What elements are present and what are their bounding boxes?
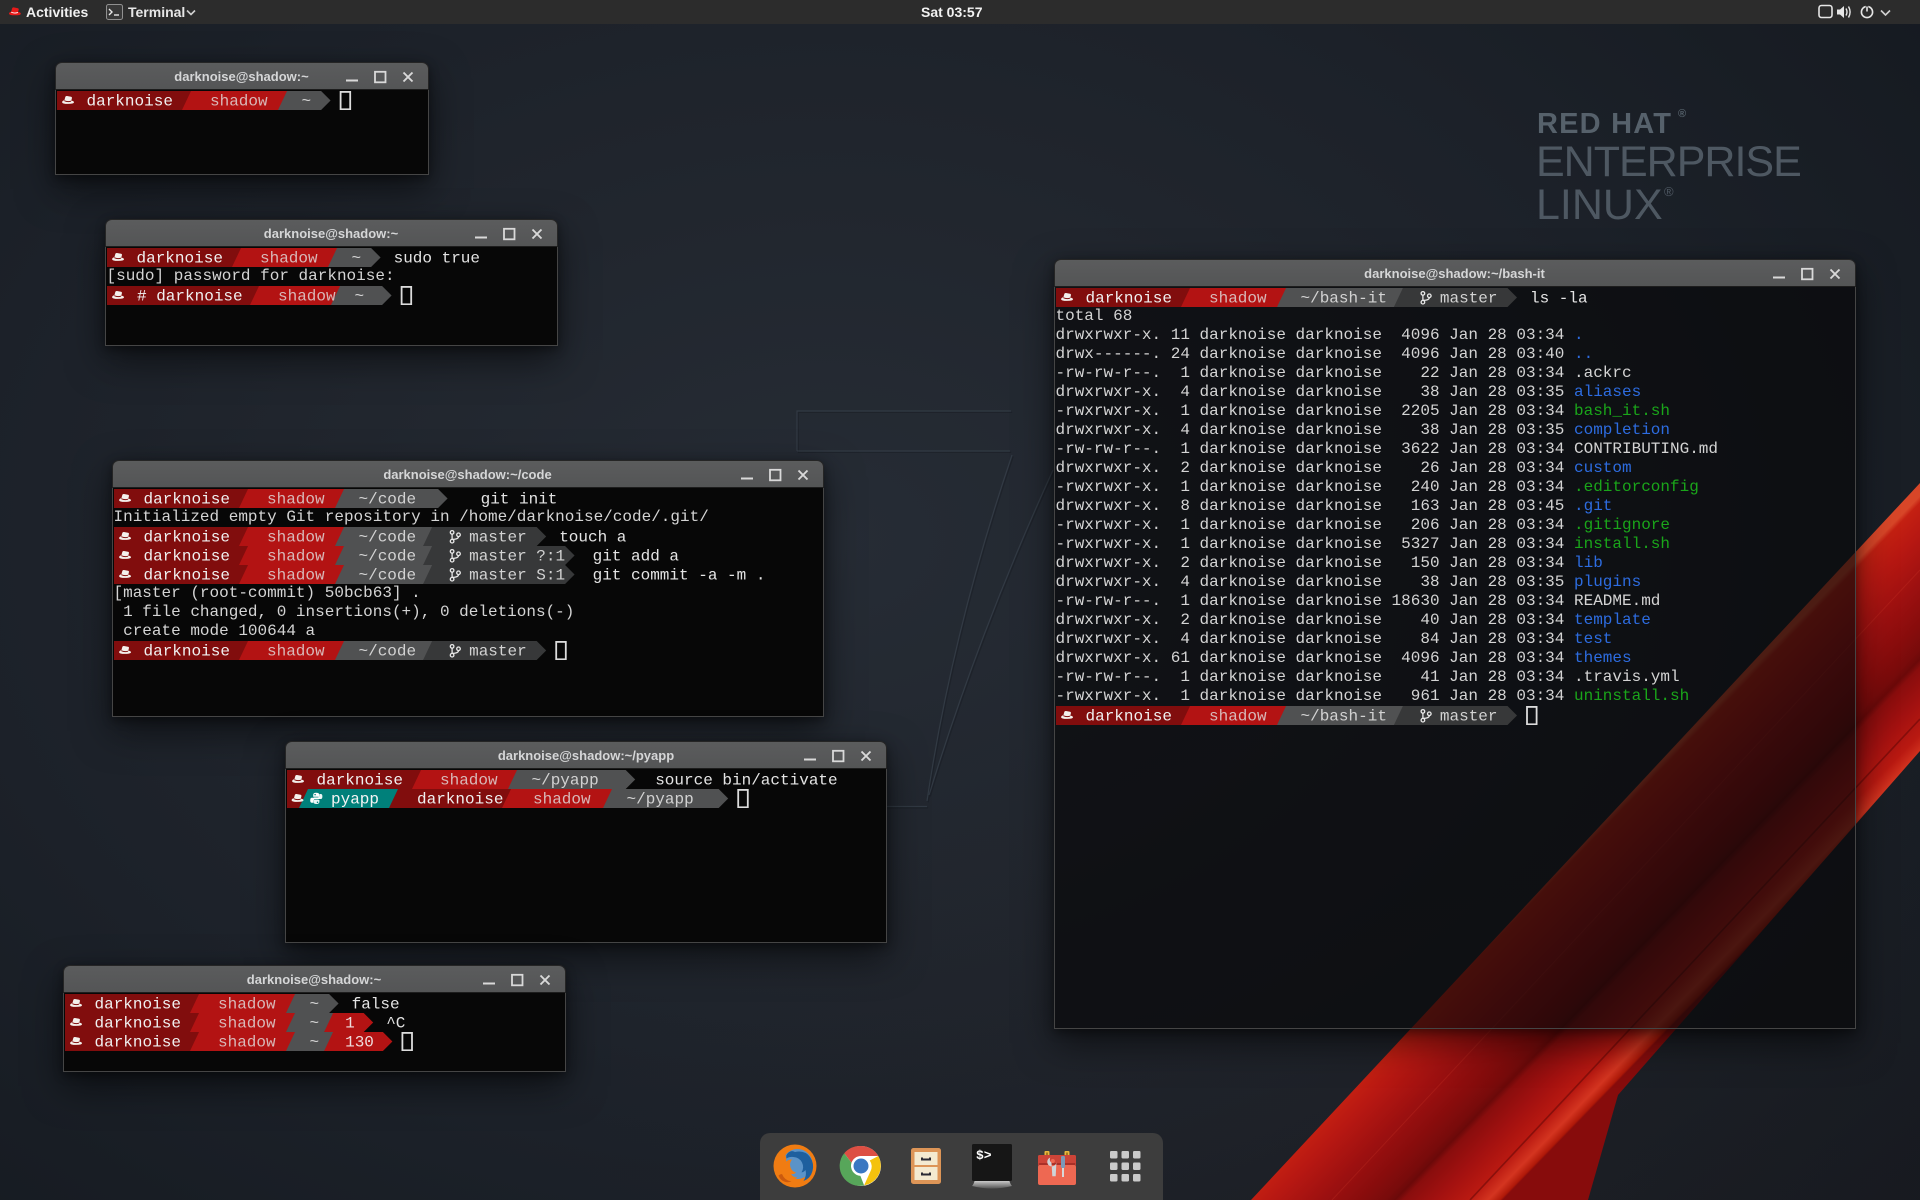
svg-text:~/code: ~/code	[358, 548, 416, 565]
svg-text:shadow: shadow	[267, 491, 325, 508]
svg-text:~: ~	[309, 1015, 319, 1032]
svg-text:master: master	[469, 643, 527, 660]
svg-text:master: master	[1439, 290, 1497, 307]
svg-text:darknoise: darknoise	[143, 529, 229, 546]
svg-text:shadow: shadow	[267, 529, 325, 546]
svg-text:darknoise: darknoise	[417, 791, 503, 808]
svg-text:®: ®	[1664, 184, 1674, 199]
svg-text:master ?:1: master ?:1	[469, 548, 565, 565]
svg-text:pyapp: pyapp	[331, 791, 379, 808]
svg-text:touch a: touch a	[559, 529, 627, 546]
svg-text:shadow: shadow	[440, 772, 498, 789]
svg-text:darknoise: darknoise	[136, 250, 222, 267]
svg-text:darknoise: darknoise	[143, 548, 229, 565]
svg-text:shadow: shadow	[1209, 290, 1267, 307]
svg-text:ENTERPRISE: ENTERPRISE	[1536, 138, 1801, 186]
svg-text:darknoise: darknoise	[143, 491, 229, 508]
svg-text:darknoise: darknoise	[317, 772, 403, 789]
svg-text:~: ~	[309, 1034, 319, 1051]
svg-text:darknoise: darknoise	[1085, 290, 1171, 307]
svg-text:~/code: ~/code	[358, 643, 416, 660]
svg-text:~/bash-it: ~/bash-it	[1300, 708, 1386, 725]
svg-text:~: ~	[301, 93, 311, 110]
svg-text:false: false	[351, 996, 399, 1013]
svg-text:^C: ^C	[386, 1015, 405, 1032]
svg-text:shadow: shadow	[1209, 708, 1267, 725]
svg-text:130: 130	[345, 1034, 374, 1051]
svg-text:~/code: ~/code	[358, 529, 416, 546]
svg-text:git init: git init	[480, 491, 557, 508]
svg-text:darknoise: darknoise	[143, 567, 229, 584]
svg-text:darknoise: darknoise	[94, 1034, 180, 1051]
svg-text:LINUX: LINUX	[1536, 181, 1663, 229]
svg-text:darknoise: darknoise	[1085, 708, 1171, 725]
svg-text:sudo true: sudo true	[393, 250, 479, 267]
svg-text:git commit -a -m .: git commit -a -m .	[592, 567, 765, 584]
svg-text:~/pyapp: ~/pyapp	[627, 791, 694, 808]
svg-text:shadow: shadow	[218, 996, 276, 1013]
svg-text:~: ~	[351, 250, 361, 267]
svg-text:master: master	[1439, 708, 1497, 725]
svg-text:1: 1	[345, 1015, 355, 1032]
svg-text:git add a: git add a	[592, 548, 679, 565]
svg-text:ls -la: ls -la	[1530, 290, 1588, 307]
svg-text:shadow: shadow	[218, 1015, 276, 1032]
svg-text:shadow: shadow	[218, 1034, 276, 1051]
svg-text:~/code: ~/code	[358, 567, 416, 584]
svg-text:~/bash-it: ~/bash-it	[1300, 290, 1386, 307]
svg-text:master: master	[469, 529, 527, 546]
svg-text:shadow: shadow	[267, 567, 325, 584]
svg-text:~: ~	[354, 288, 364, 305]
svg-text:shadow: shadow	[533, 791, 591, 808]
svg-text:# darknoise: # darknoise	[137, 288, 243, 305]
svg-text:$>: $>	[976, 1148, 992, 1163]
svg-text:darknoise: darknoise	[94, 996, 180, 1013]
svg-text:master S:1: master S:1	[469, 567, 565, 584]
svg-text:shadow: shadow	[267, 548, 325, 565]
svg-text:source bin/activate: source bin/activate	[655, 772, 837, 789]
svg-text:RED HAT: RED HAT	[1537, 108, 1672, 140]
svg-text:shadow: shadow	[267, 643, 325, 660]
svg-text:darknoise: darknoise	[86, 93, 172, 110]
svg-text:~/code: ~/code	[358, 491, 416, 508]
svg-text:darknoise: darknoise	[94, 1015, 180, 1032]
svg-text:~: ~	[309, 996, 319, 1013]
svg-text:shadow: shadow	[210, 93, 268, 110]
svg-text:®: ®	[1678, 108, 1686, 120]
svg-text:shadow: shadow	[260, 250, 318, 267]
svg-text:shadow: shadow	[278, 288, 336, 305]
svg-text:darknoise: darknoise	[143, 643, 229, 660]
svg-text:~/pyapp: ~/pyapp	[532, 772, 599, 789]
